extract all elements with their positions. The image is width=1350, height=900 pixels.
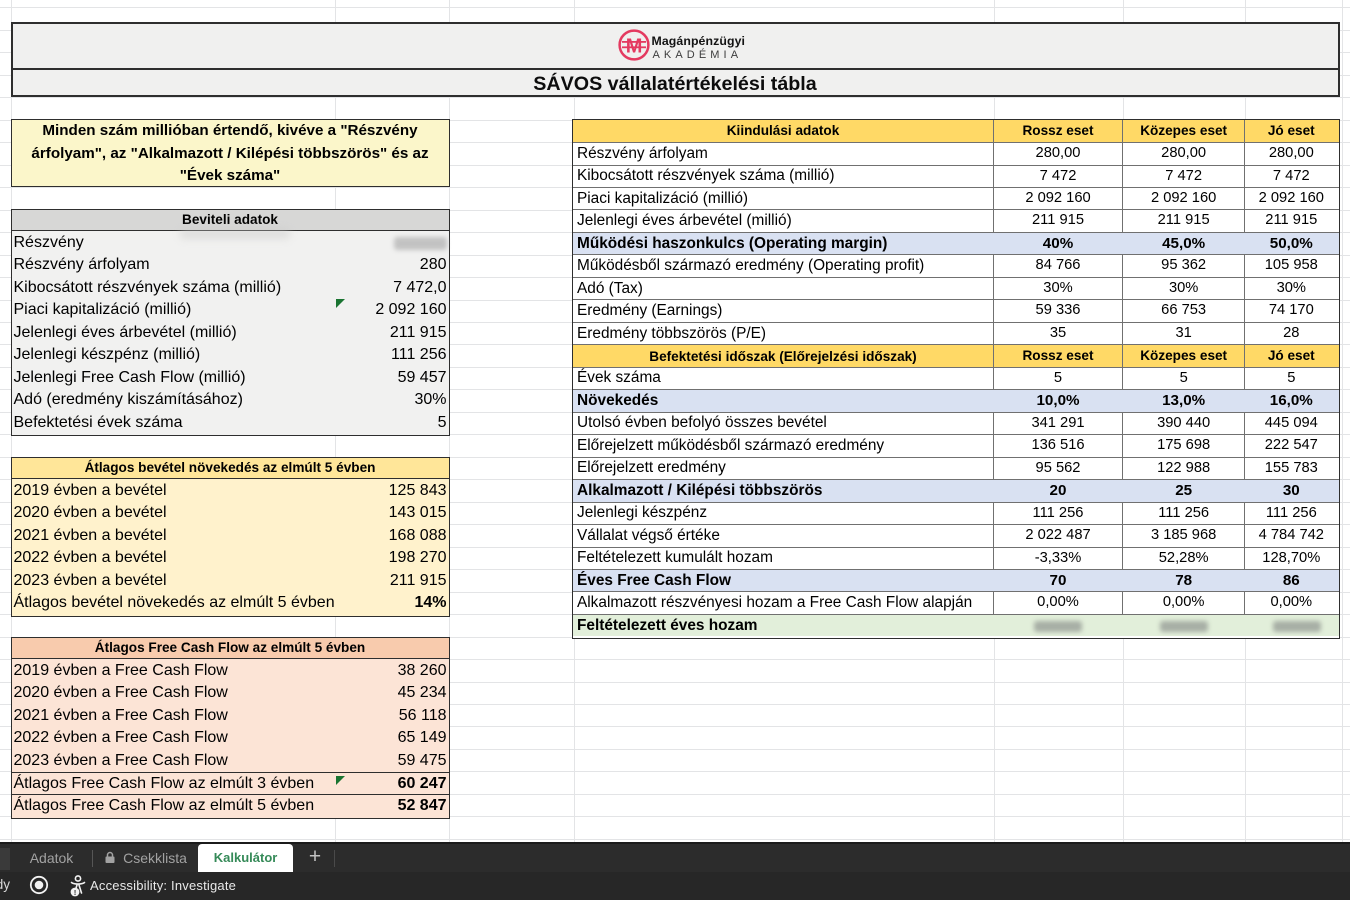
svg-text:!: !: [74, 890, 76, 897]
